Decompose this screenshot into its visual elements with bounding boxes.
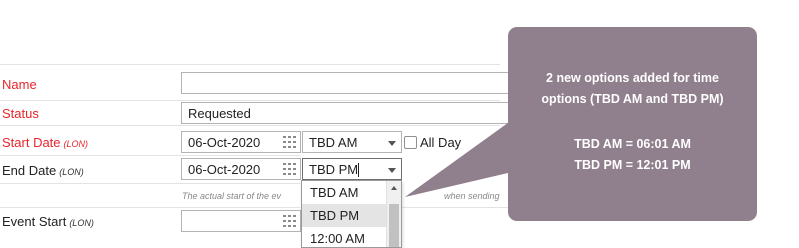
callout-line-1: 2 new options added for time <box>546 71 719 85</box>
callout-line-3: TBD AM = 06:01 AM <box>574 137 691 151</box>
callout-line-2: options (TBD AM and TBD PM) <box>541 92 724 106</box>
callout-line-4: TBD PM = 12:01 PM <box>574 158 691 172</box>
annotation-callout: 2 new options added for time options (TB… <box>508 27 757 221</box>
